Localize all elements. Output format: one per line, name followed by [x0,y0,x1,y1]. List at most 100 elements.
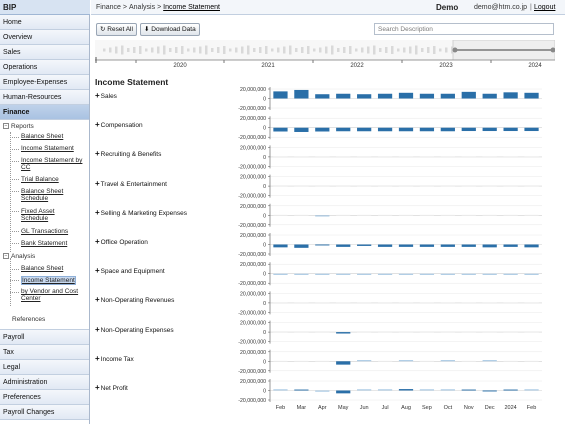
bar-4-8[interactable] [440,214,455,216]
bar-9-11[interactable] [503,360,518,362]
bar-9-0[interactable] [273,360,288,362]
expand-icon[interactable]: + [95,354,100,363]
bar-5-1[interactable] [294,244,309,248]
bar-2-12[interactable] [524,156,539,158]
bar-0-11[interactable] [503,92,518,99]
expand-icon[interactable]: + [95,266,100,275]
bar-6-4[interactable] [357,273,372,275]
bar-6-7[interactable] [419,273,435,275]
bar-7-7[interactable] [419,302,435,304]
bar-10-10[interactable] [482,390,497,392]
bar-0-5[interactable] [377,93,393,99]
tree-item-balance-sheet[interactable]: Balance Sheet [21,133,63,140]
bar-0-9[interactable] [461,91,476,99]
nav-item-employee-expenses[interactable]: Employee-Expenses [0,75,89,90]
tree-item-analysis-income-statement[interactable]: Income Statement [21,276,76,285]
bar-2-11[interactable] [503,156,518,158]
bar-5-10[interactable] [482,244,497,248]
bar-9-4[interactable] [357,360,372,362]
bar-9-12[interactable] [524,360,539,362]
bar-3-12[interactable] [524,185,539,187]
nav-item-preferences[interactable]: Preferences [0,390,89,405]
nav-item-payroll-changes[interactable]: Payroll Changes [0,405,89,420]
bar-4-0[interactable] [273,214,288,216]
breadcrumb-income-statement[interactable]: Income Statement [163,4,220,11]
bar-3-9[interactable] [461,185,476,187]
tree-item-analysis-balance-sheet[interactable]: Balance Sheet [21,265,63,272]
bar-1-12[interactable] [524,127,539,132]
bar-10-4[interactable] [357,389,372,391]
bar-3-7[interactable] [419,185,435,187]
bar-5-2[interactable] [315,244,330,246]
expand-icon[interactable]: + [95,325,100,334]
row-label-0[interactable]: +Sales [95,91,117,100]
bar-4-4[interactable] [357,214,372,216]
bar-5-9[interactable] [461,244,476,247]
bar-6-12[interactable] [524,273,539,275]
bar-1-11[interactable] [503,127,518,132]
bar-5-0[interactable] [273,244,288,248]
expand-icon[interactable]: + [95,120,100,129]
expand-icon[interactable]: + [95,295,100,304]
bar-7-2[interactable] [315,302,330,304]
nav-item-sales[interactable]: Sales [0,45,89,60]
nav-item-administration[interactable]: Administration [0,375,89,390]
bar-10-0[interactable] [273,389,288,391]
bar-0-6[interactable] [398,92,414,99]
bar-7-5[interactable] [377,302,393,304]
bar-6-5[interactable] [377,273,393,275]
bar-5-6[interactable] [398,244,414,247]
bar-3-2[interactable] [315,185,330,187]
bar-4-11[interactable] [503,214,518,216]
tree-item-vendor-cost-center[interactable]: by Vendor and Cost Center [21,288,87,302]
bar-0-3[interactable] [336,93,351,99]
row-label-7[interactable]: +Non-Operating Revenues [95,295,174,304]
reset-all-button[interactable]: ↻ Reset All [96,23,137,36]
row-label-3[interactable]: +Travel & Entertainment [95,179,167,188]
bar-6-11[interactable] [503,273,518,275]
nav-item-overview[interactable]: Overview [0,30,89,45]
bar-7-11[interactable] [503,302,518,304]
bar-8-12[interactable] [524,331,539,333]
bar-2-8[interactable] [440,156,455,158]
bar-4-3[interactable] [336,214,351,216]
nav-item-home[interactable]: Home [0,15,89,30]
bar-1-1[interactable] [294,127,309,132]
bar-1-9[interactable] [461,127,476,132]
bar-4-10[interactable] [482,214,497,216]
bar-3-4[interactable] [357,185,372,187]
bar-6-0[interactable] [273,273,288,275]
collapse-icon[interactable]: − [3,253,9,260]
bar-8-7[interactable] [419,331,435,333]
bar-2-6[interactable] [398,156,414,158]
bar-8-4[interactable] [357,331,372,333]
bar-3-3[interactable] [336,185,351,187]
row-label-4[interactable]: +Selling & Marketing Expenses [95,208,187,217]
expand-icon[interactable]: + [95,149,100,158]
nav-item-human-resources[interactable]: Human-Resources [0,90,89,105]
bar-1-7[interactable] [419,127,435,132]
bar-5-8[interactable] [440,244,455,247]
expand-icon[interactable]: + [95,179,100,188]
bar-6-10[interactable] [482,273,497,275]
search-input[interactable] [374,23,554,35]
bar-2-1[interactable] [294,156,309,158]
bar-1-5[interactable] [377,127,393,132]
bar-2-2[interactable] [315,156,330,158]
bar-2-0[interactable] [273,156,288,158]
bar-4-6[interactable] [398,214,414,216]
bar-5-11[interactable] [503,244,518,247]
bar-10-6[interactable] [398,389,414,391]
bar-2-4[interactable] [357,156,372,158]
bar-7-10[interactable] [482,302,497,304]
bar-1-3[interactable] [336,127,351,132]
nav-item-finance[interactable]: Finance [0,105,89,120]
expand-icon[interactable]: + [95,91,100,100]
bar-1-2[interactable] [315,127,330,132]
bar-0-10[interactable] [482,93,497,99]
bar-7-9[interactable] [461,302,476,304]
bar-8-9[interactable] [461,331,476,333]
bar-9-6[interactable] [398,360,414,362]
bar-9-5[interactable] [377,360,393,362]
logout-link[interactable]: Logout [534,4,555,11]
